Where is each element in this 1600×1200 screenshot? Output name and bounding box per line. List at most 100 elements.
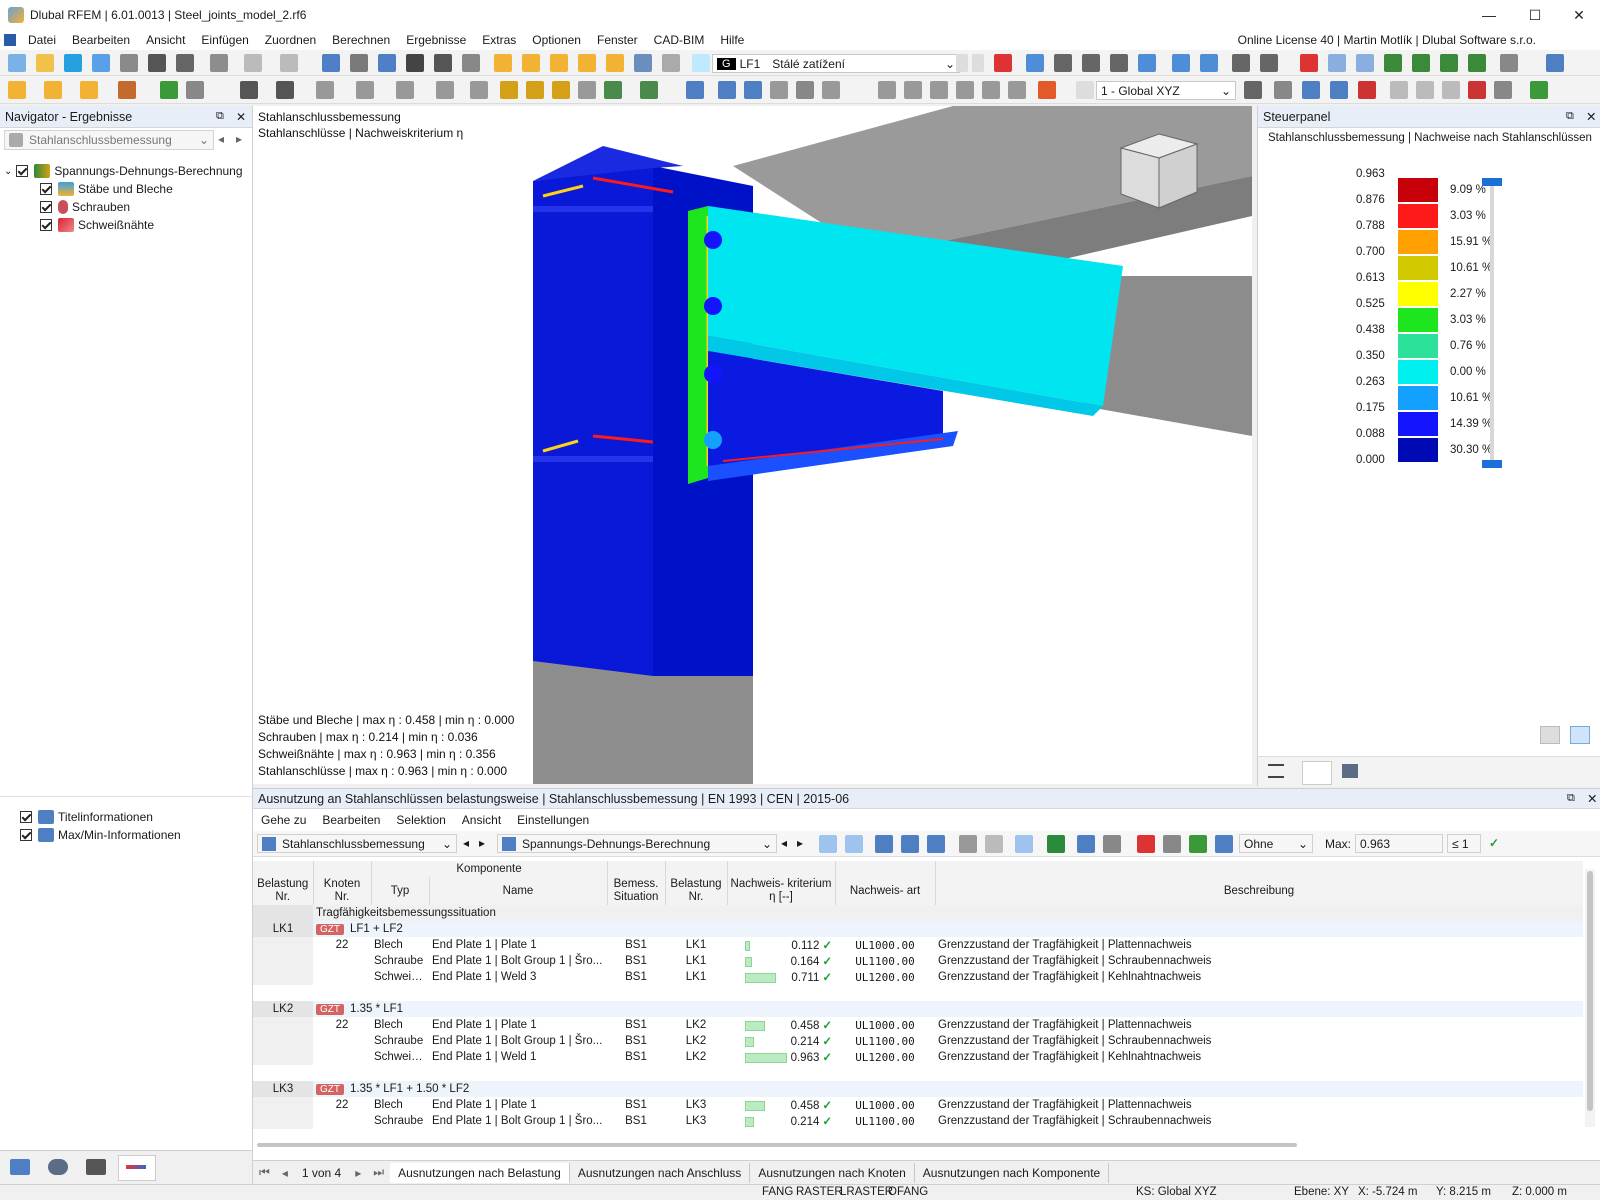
menu-extras[interactable]: Extras — [474, 33, 524, 47]
vertical-scrollbar[interactable] — [1585, 869, 1595, 1127]
line-icon[interactable] — [44, 81, 62, 99]
tree-item-welds[interactable]: Schweißnähte — [40, 216, 154, 234]
tree-item-bolts[interactable]: Schrauben — [40, 198, 130, 216]
columns-setup-icon[interactable] — [1015, 835, 1033, 853]
save-all-icon[interactable] — [120, 54, 138, 72]
loads-icon[interactable] — [522, 54, 540, 72]
prev-page-icon[interactable]: ◂ — [276, 1166, 294, 1180]
console-icon[interactable] — [406, 54, 424, 72]
checkbox[interactable] — [40, 183, 52, 195]
support-icon[interactable] — [500, 81, 518, 99]
graphics-icon[interactable] — [606, 54, 624, 72]
group-row[interactable]: LK1GZTLF1 + LF2 — [253, 921, 1583, 937]
panel-scale-icon[interactable] — [1570, 726, 1590, 744]
last-page-icon[interactable]: ⏭ — [367, 1165, 390, 1180]
legend-slider-min-handle[interactable] — [1482, 460, 1502, 468]
section-cut-icon[interactable] — [1008, 81, 1026, 99]
status-raster[interactable]: RASTER — [796, 1186, 843, 1198]
cloud-icon[interactable] — [64, 54, 82, 72]
decimal-icon[interactable] — [1103, 835, 1121, 853]
node-load-icon[interactable] — [604, 81, 622, 99]
module-select[interactable]: Stahlanschlussbemessung ⌄ — [4, 130, 214, 150]
next-page-icon[interactable]: ▸ — [349, 1166, 367, 1180]
view-3d-icon[interactable] — [1356, 54, 1374, 72]
rotate-icon[interactable] — [436, 81, 454, 99]
redo-icon[interactable] — [280, 54, 298, 72]
balance-tab[interactable] — [1302, 761, 1332, 785]
first-page-icon[interactable]: ⏮ — [253, 1165, 276, 1180]
menu-ergebnisse[interactable]: Ergebnisse — [398, 33, 474, 47]
copy-icon[interactable] — [396, 81, 414, 99]
horizontal-scrollbar[interactable] — [257, 1143, 1297, 1147]
data-tab-icon[interactable] — [10, 1159, 30, 1175]
table-row[interactable]: 22BlechEnd Plate 1 | Plate 1BS1LK10.112✓… — [253, 937, 1583, 953]
dimension-icon[interactable] — [240, 81, 258, 99]
report-icon[interactable] — [210, 54, 228, 72]
menu-table-ansicht[interactable]: Ansicht — [454, 813, 509, 827]
status-ofang[interactable]: OFANG — [888, 1186, 928, 1198]
select-in-model-icon[interactable] — [819, 835, 837, 853]
values-icon[interactable] — [1054, 54, 1072, 72]
ucs-icon[interactable] — [1244, 81, 1262, 99]
tab-by-joint[interactable]: Ausnutzungen nach Anschluss — [570, 1163, 750, 1183]
sync-selection-icon[interactable] — [845, 835, 863, 853]
clip-icon[interactable] — [1358, 81, 1376, 99]
results-mesh-icon[interactable] — [1138, 54, 1156, 72]
funnel-icon[interactable] — [1215, 835, 1233, 853]
filter-results-icon[interactable] — [1110, 54, 1128, 72]
object-snap-icon[interactable] — [1330, 81, 1348, 99]
checkbox[interactable] — [20, 811, 32, 823]
col-header-kriterium[interactable]: Nachweis- kriterium η [--] — [727, 877, 835, 905]
scrollbar-thumb[interactable] — [1587, 871, 1593, 1111]
menu-optionen[interactable]: Optionen — [524, 33, 589, 47]
col-header-belastung[interactable]: Belastung Nr. — [253, 877, 313, 905]
save-icon[interactable] — [148, 54, 166, 72]
view-minus-x-icon[interactable] — [1468, 54, 1486, 72]
menu-gehe-zu[interactable]: Gehe zu — [253, 813, 314, 827]
distribute-icon[interactable] — [904, 81, 922, 99]
clear-filter-icon[interactable] — [1137, 835, 1155, 853]
col-header-art[interactable]: Nachweis- art — [835, 877, 935, 905]
new-model-icon[interactable] — [8, 54, 26, 72]
panel-toggle-icon[interactable] — [378, 54, 396, 72]
views-tab-icon[interactable] — [86, 1159, 106, 1175]
view-rotate-icon[interactable] — [1500, 54, 1518, 72]
col-header-beschreibung[interactable]: Beschreibung — [935, 877, 1583, 905]
tree-item-members-plates[interactable]: Stäbe und Bleche — [40, 180, 173, 198]
load-case-select[interactable]: G LF1 Stálé zatížení ⌄ — [712, 54, 960, 73]
snap-icon[interactable] — [8, 81, 26, 99]
3d-model-view[interactable] — [253, 106, 1252, 784]
measure-icon[interactable] — [982, 81, 1000, 99]
table-toggle-icon[interactable] — [350, 54, 368, 72]
menu-table-bearbeiten[interactable]: Bearbeiten — [314, 813, 388, 827]
3d-viewport[interactable]: Stahlanschlussbemessung Stahlanschlüsse … — [253, 106, 1252, 784]
prev-icon[interactable]: ◂ — [781, 836, 787, 850]
open-icon[interactable] — [36, 54, 54, 72]
list-tab-icon[interactable] — [1268, 764, 1284, 778]
checkbox[interactable] — [16, 165, 28, 177]
menu-bearbeiten[interactable]: Bearbeiten — [64, 33, 138, 47]
align-icon[interactable] — [878, 81, 896, 99]
link-icon[interactable] — [1390, 81, 1408, 99]
col-header-knoten[interactable]: Knoten Nr. — [313, 877, 371, 905]
mirror-icon[interactable] — [470, 81, 488, 99]
delete-icon[interactable] — [1468, 81, 1486, 99]
table-analysis-select[interactable]: Spannungs-Dehnungs-Berechnung ⌄ — [497, 834, 777, 853]
view-result-icon[interactable] — [901, 835, 919, 853]
symmetry-icon[interactable] — [1442, 81, 1460, 99]
tree-item-maxmin-info[interactable]: Max/Min-Informationen — [20, 826, 181, 844]
numbering-icon[interactable] — [1200, 54, 1218, 72]
filter-icon[interactable] — [1077, 835, 1095, 853]
table-columns-icon[interactable] — [985, 835, 1003, 853]
group-row[interactable]: LK3GZT1.35 * LF1 + 1.50 * LF2 — [253, 1081, 1583, 1097]
script-icon[interactable] — [434, 54, 452, 72]
surface-icon[interactable] — [118, 81, 136, 99]
view-z-icon[interactable] — [1440, 54, 1458, 72]
move-icon[interactable] — [356, 81, 374, 99]
section-icon[interactable] — [1260, 54, 1278, 72]
undo-icon[interactable] — [244, 54, 262, 72]
menu-einfuegen[interactable]: Einfügen — [193, 33, 256, 47]
table-module-select[interactable]: Stahlanschlussbemessung ⌄ — [257, 834, 457, 853]
support-reactions-icon[interactable] — [1082, 54, 1100, 72]
tree-item-title-info[interactable]: Titelinformationen — [20, 808, 153, 826]
